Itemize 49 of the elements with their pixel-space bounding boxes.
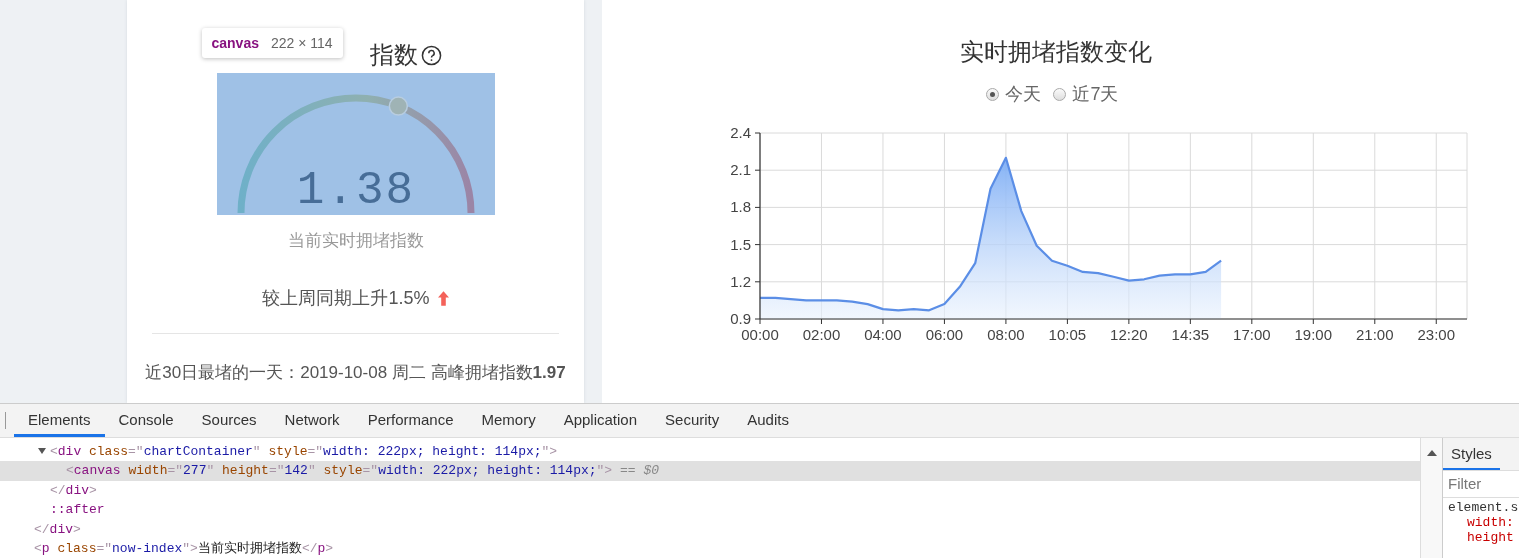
devtools-tab[interactable]: Audits [733,404,803,437]
x-tick-label: 10:05 [1048,326,1087,343]
element-tooltip: canvas 222 × 114 [201,28,343,58]
devtools-tab[interactable]: Application [549,404,652,437]
x-tick-label: 19:00 [1294,326,1333,343]
css-selector: element.s [1443,497,1519,515]
x-tick-label: 00:00 [741,326,779,343]
x-tick-label: 04:00 [864,326,902,343]
scroll-up-icon[interactable] [1426,450,1437,456]
y-tick-label: 1.8 [730,198,751,216]
gauge-caption: 当前实时拥堵指数 [287,230,424,252]
chart-title: 实时拥堵指数变化 [959,37,1152,67]
x-tick-label: 14:35 [1171,326,1210,343]
radio-label[interactable]: 今天 [1005,82,1042,106]
dom-line[interactable]: <p class="now-index">当前实时拥堵指数</p> [0,538,1420,558]
gauge-value: 1.38 [296,165,415,215]
x-tick-label: 17:00 [1233,326,1271,343]
x-tick-label: 06:00 [925,326,964,343]
y-tick-label: 0.9 [730,310,751,327]
devtools-tab[interactable]: Security [651,404,734,437]
css-property: width: [1466,515,1515,530]
radio-button[interactable] [986,87,1000,101]
devtools-tab[interactable]: Memory [467,404,550,437]
y-tick-label: 2.4 [730,124,751,141]
gauge-title: 指数 [369,40,418,70]
y-tick-label: 2.1 [730,161,751,179]
expand-triangle-icon[interactable] [38,447,46,455]
radio-label[interactable]: 近7天 [1072,82,1119,106]
dom-line[interactable]: ::after [0,500,1420,520]
x-tick-label: 02:00 [802,326,841,343]
x-tick-label: 08:00 [987,326,1025,343]
devtools-tab[interactable]: Network [270,404,354,437]
x-tick-label: 21:00 [1356,326,1394,343]
css-property: height [1466,530,1515,545]
up-arrow-icon [437,290,449,306]
x-tick-label: 23:00 [1417,326,1456,343]
y-tick-label: 1.2 [730,272,751,290]
radio-button[interactable] [1053,87,1067,101]
dom-line[interactable]: <div class="chartContainer" style="width: 222px; height: 114px;"> [0,442,1420,462]
help-icon[interactable] [420,44,442,66]
devtools-tab[interactable]: Performance [353,404,468,437]
worst-day-text: 近30日最堵的一天：2019-10-08 周二 高峰拥堵指数1.97 [145,362,566,384]
comparison-text: 较上周同期上升1.5% [262,287,430,310]
devtools-tab[interactable]: Sources [187,404,271,437]
y-tick-label: 1.5 [730,235,751,253]
dom-line[interactable]: </div> [0,480,1420,501]
devtools-tab[interactable]: Console [104,404,188,437]
dom-line[interactable]: </div> [0,519,1420,539]
x-tick-label: 12:20 [1110,326,1148,343]
